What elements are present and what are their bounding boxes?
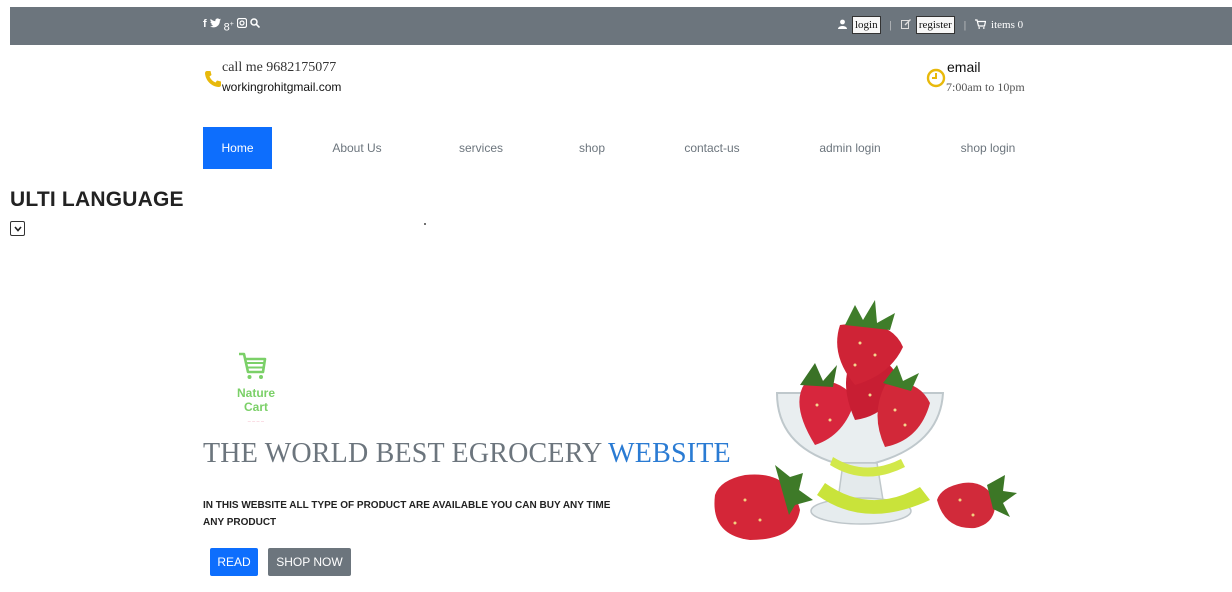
logo-wordmark: Nature Cart [224, 386, 288, 414]
shopping-cart-icon [237, 350, 267, 385]
separator: | [963, 19, 967, 31]
nav-item-admin-login[interactable]: admin login [804, 127, 896, 169]
chevron-down-icon [13, 224, 22, 233]
instagram-icon[interactable] [236, 17, 247, 35]
opening-hours: 7:00am to 10pm [946, 80, 1025, 94]
cart-items-count[interactable]: items 0 [991, 19, 1023, 31]
nature-cart-logo[interactable]: Nature Cart — — — — [224, 350, 288, 426]
hero-description: IN THIS WEBSITE ALL TYPE OF PRODUCT ARE … [203, 500, 611, 528]
logo-tagline: — — — — [247, 419, 265, 423]
hero-title: THE WORLD BEST EGROCERY WEBSITE [203, 438, 731, 470]
nav-item-home[interactable]: Home [203, 127, 272, 169]
hero-title-main: THE WORLD BEST EGROCERY [203, 438, 602, 469]
cart-icon[interactable] [975, 18, 987, 32]
strawberry-bowl-image [705, 295, 1025, 550]
top-bar: f 8+ login | register | items 0 [10, 7, 1232, 45]
main-nav: Home About Us services shop contact-us a… [0, 127, 1232, 169]
language-title: ULTI LANGUAGE [10, 188, 184, 211]
nav-item-shop-login[interactable]: shop login [946, 127, 1030, 169]
nav-item-shop[interactable]: shop [566, 127, 618, 169]
clock-icon [926, 68, 946, 88]
stray-dot [424, 223, 426, 225]
email-label: email [947, 59, 981, 75]
nav-item-contact-us[interactable]: contact-us [672, 127, 752, 169]
phone-icon [204, 70, 222, 88]
separator: | [889, 19, 892, 31]
logo-line-2: Cart [243, 400, 268, 414]
nav-item-about-us[interactable]: About Us [318, 127, 396, 169]
google-plus-icon[interactable]: 8+ [224, 18, 234, 35]
register-button[interactable]: register [915, 16, 955, 34]
contact-email[interactable]: workingrohitgmail.com [222, 80, 341, 94]
shop-now-button[interactable]: SHOP NOW [268, 548, 351, 576]
nav-item-services[interactable]: services [446, 127, 516, 169]
login-button[interactable]: login [852, 16, 881, 34]
logo-line-1: Nature [236, 386, 275, 400]
account-links: login | register | items 0 [838, 16, 1023, 34]
user-icon [838, 19, 847, 32]
search-icon[interactable] [250, 18, 260, 35]
social-links: f 8+ [203, 17, 260, 35]
phone-number[interactable]: call me 9682175077 [222, 60, 336, 76]
read-button[interactable]: READ [210, 548, 258, 576]
facebook-icon[interactable]: f [203, 18, 207, 35]
language-select[interactable] [10, 221, 25, 236]
edit-icon [900, 18, 911, 32]
twitter-icon[interactable] [209, 18, 221, 35]
